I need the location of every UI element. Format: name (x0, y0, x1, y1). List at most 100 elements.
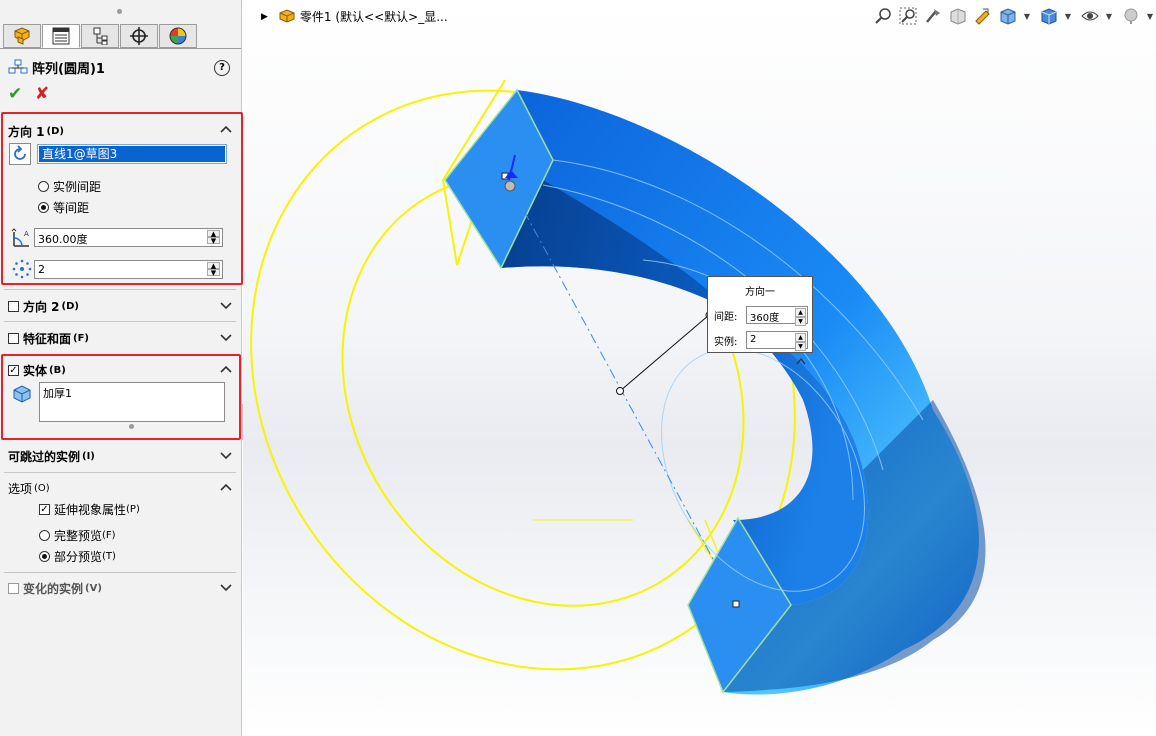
property-manager-panel: 阵列(圆周)1 ? ✔ ✘ 方向 1 (D) 直线1@草图3 实例间距 等间距 A… (0, 0, 243, 736)
callout-instances-input[interactable]: 2 ▲ ▼ (746, 331, 808, 351)
feature-tree-flyout[interactable]: ▶ 零件1 (默认<<默认>_显... (261, 8, 448, 25)
chevron-up-icon[interactable] (220, 482, 232, 492)
list-item[interactable]: 加厚1 (43, 385, 221, 401)
chevron-down-icon[interactable] (220, 450, 232, 460)
partial-preview-shortcut: (T) (102, 551, 116, 562)
varied-instances-shortcut: (V) (85, 583, 102, 594)
hide-show-dropdown[interactable]: ▼ (1105, 6, 1113, 26)
instance-spacing-radio[interactable] (38, 181, 49, 192)
axis-selection-field[interactable]: 直线1@草图3 (37, 144, 227, 164)
skip-instances-shortcut: (I) (82, 451, 95, 462)
callout-spacing-row: 间距: (714, 308, 737, 323)
reverse-direction-button[interactable] (9, 143, 31, 165)
view-orientation-dropdown[interactable]: ▼ (1023, 6, 1031, 26)
equal-spacing-option[interactable]: 等间距 (38, 199, 89, 216)
instance-count-input[interactable]: 2 ▲ ▼ (34, 260, 223, 279)
equal-spacing-radio[interactable] (38, 202, 49, 213)
partial-preview-option[interactable]: 部分预览 (T) (39, 548, 116, 565)
list-resize-grip[interactable] (129, 424, 134, 429)
chevron-up-icon[interactable] (220, 124, 232, 134)
tab-property-manager[interactable] (42, 24, 80, 48)
options-header[interactable]: 选项 (O) (8, 480, 50, 497)
panel-grip-dot[interactable] (117, 9, 122, 14)
bodies-checkbox[interactable]: ✓ (8, 365, 19, 376)
appearance-dropdown[interactable]: ▼ (1146, 6, 1154, 26)
varied-instances-label: 变化的实例 (23, 582, 84, 596)
hide-show-items-button[interactable] (1080, 6, 1100, 26)
graphics-area[interactable]: ▶ 零件1 (默认<<默认>_显... ▼ ▼ ▼ ▼ 方向一 间距: 360度… (243, 0, 1156, 736)
tree-expand-icon[interactable]: ▶ (261, 12, 268, 22)
ok-button[interactable]: ✔ (8, 84, 22, 104)
direction1-shortcut: (D) (46, 126, 64, 137)
display-style-button[interactable] (1039, 6, 1059, 26)
part-icon (279, 8, 295, 23)
angle-spinner[interactable]: ▲ ▼ (207, 230, 220, 246)
instance-count-icon (12, 259, 32, 279)
dynamic-annotation-button[interactable] (973, 6, 993, 26)
features-faces-checkbox[interactable] (8, 333, 19, 344)
partial-preview-radio[interactable] (39, 551, 50, 562)
angle-input[interactable]: 360.00度 ▲ ▼ (34, 228, 223, 247)
zoom-to-fit-button[interactable] (873, 6, 893, 26)
tab-display-manager[interactable] (159, 24, 197, 48)
direction2-checkbox[interactable] (8, 301, 19, 312)
direction2-header[interactable]: 方向 2 (D) (8, 298, 79, 315)
rotation-handle-icon[interactable] (504, 180, 516, 192)
instance-spacing-label: 实例间距 (53, 180, 102, 194)
axis-handle[interactable] (732, 600, 740, 608)
instance-count-spinner[interactable]: ▲ ▼ (207, 262, 220, 278)
help-icon[interactable]: ? (214, 60, 230, 76)
feature-title-row: 阵列(圆周)1 (8, 58, 105, 77)
propagate-visual-option[interactable]: ✓ 延伸视象属性 (P) (39, 501, 140, 518)
chevron-down-icon[interactable] (220, 332, 232, 342)
appearance-button[interactable] (1121, 6, 1141, 26)
callout-instances-row: 实例: (714, 333, 737, 348)
varied-instances-checkbox[interactable] (8, 583, 19, 594)
propagate-visual-label: 延伸视象属性 (54, 503, 127, 517)
chevron-down-icon[interactable] (220, 300, 232, 310)
skip-instances-header[interactable]: 可跳过的实例 (I) (8, 448, 95, 465)
zoom-to-area-button[interactable] (898, 6, 918, 26)
section-view-button[interactable] (948, 6, 968, 26)
previous-view-button[interactable] (923, 6, 943, 26)
view-orientation-button[interactable] (998, 6, 1018, 26)
instance-spacing-option[interactable]: 实例间距 (38, 178, 101, 195)
features-faces-label: 特征和面 (23, 332, 72, 346)
manager-tabs (3, 24, 198, 48)
propagate-visual-checkbox[interactable]: ✓ (39, 504, 50, 515)
cancel-button[interactable]: ✘ (35, 84, 49, 104)
callout-instances-label: 实例: (714, 337, 738, 348)
callout-title: 方向一 (745, 287, 775, 298)
equal-spacing-label: 等间距 (53, 201, 90, 215)
tab-feature-manager[interactable] (3, 24, 41, 48)
zoom-to-fit-icon (875, 8, 891, 24)
tab-dimxpert-manager[interactable] (120, 24, 158, 48)
direction1-header[interactable]: 方向 1 (D) (8, 123, 64, 140)
chevron-up-icon[interactable] (220, 364, 232, 374)
tab-configuration-manager[interactable] (81, 24, 119, 48)
features-faces-header[interactable]: 特征和面 (F) (8, 330, 89, 347)
callout-instances-spinner[interactable]: ▲ ▼ (795, 333, 806, 351)
bodies-header[interactable]: ✓ 实体 (B) (8, 362, 66, 379)
full-preview-radio[interactable] (39, 530, 50, 541)
instance-count-value: 2 (38, 263, 45, 276)
direction2-label: 方向 2 (23, 300, 60, 314)
features-faces-shortcut: (F) (73, 333, 89, 344)
display-style-dropdown[interactable]: ▼ (1064, 6, 1072, 26)
propagate-visual-shortcut: (P) (126, 504, 140, 515)
axis-selection-value: 直线1@草图3 (39, 146, 225, 162)
chevron-down-icon[interactable] (220, 582, 232, 592)
direction-callout: 方向一 间距: 360度 ▲ ▼ 实例: 2 ▲ ▼ (707, 276, 813, 353)
callout-spacing-input[interactable]: 360度 ▲ ▼ (746, 306, 808, 326)
dynamic-annotation-icon (975, 8, 990, 25)
varied-instances-header[interactable]: 变化的实例 (V) (8, 580, 102, 597)
zoom-to-area-icon (899, 7, 917, 25)
model-viewport[interactable] (243, 0, 1156, 736)
tree-part-label[interactable]: 零件1 (默认<<默认>_显... (300, 8, 448, 25)
view-orientation-icon (1000, 8, 1016, 25)
bodies-label: 实体 (23, 364, 48, 378)
callout-spacing-spinner[interactable]: ▲ ▼ (795, 308, 806, 326)
full-preview-option[interactable]: 完整预览 (F) (39, 527, 116, 544)
callout-instances-value: 2 (750, 334, 757, 345)
bodies-list[interactable]: 加厚1 (39, 382, 225, 422)
